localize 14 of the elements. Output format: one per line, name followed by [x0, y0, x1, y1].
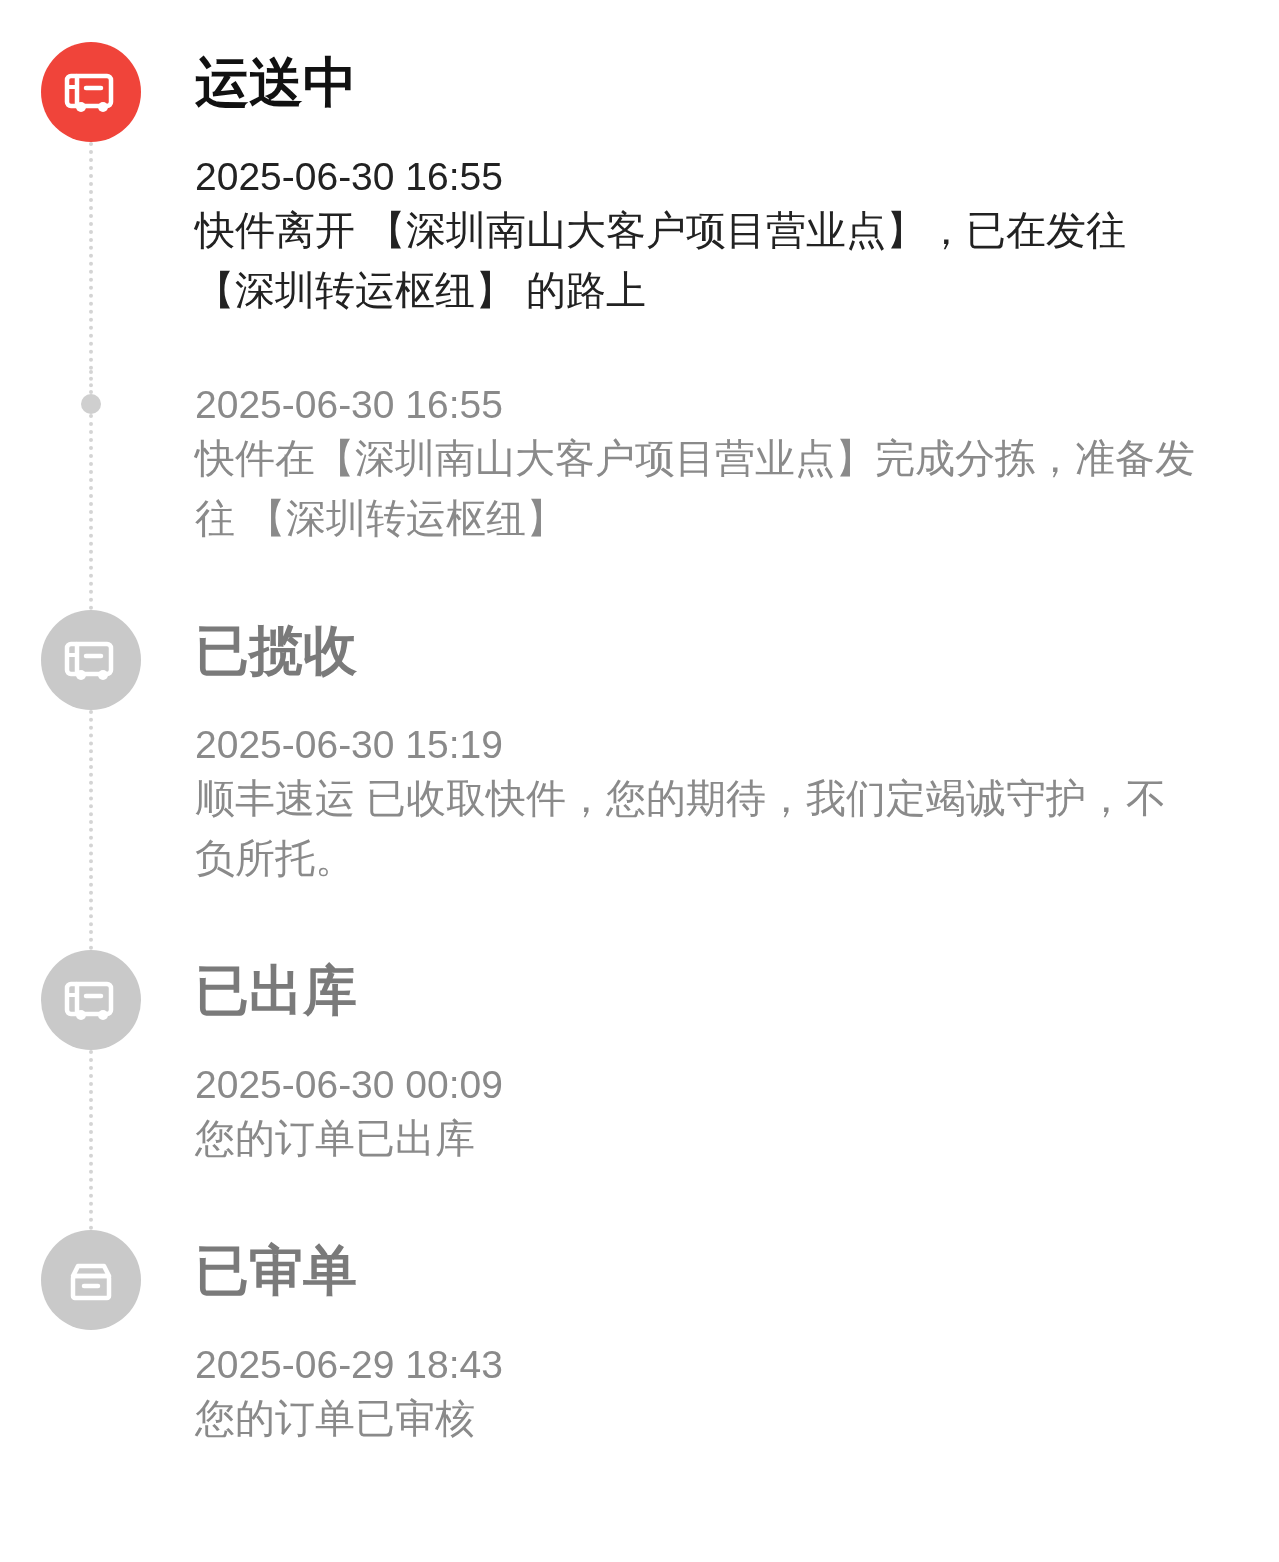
event-time: 2025-06-29 18:43	[195, 1342, 504, 1388]
stage-title: 已审单	[195, 1243, 357, 1302]
event-description: 快件在【深圳南山大客户项目营业点】完成分拣，准备发往 【深圳转运枢纽】	[195, 435, 1195, 542]
event-description: 顺丰速运 已收取快件，您的期待，我们定竭诚守护，不负所托。	[195, 775, 1168, 882]
stage-title: 已出库	[195, 963, 357, 1022]
event-time: 2025-06-30 16:55	[195, 382, 504, 428]
stage-title: 已揽收	[195, 623, 357, 682]
event-description: 快件离开 【深圳南山大客户项目营业点】，已在发往【深圳转运枢纽】 的路上	[195, 207, 1128, 314]
event-time: 2025-06-30 15:19	[195, 722, 504, 768]
event-time: 2025-06-30 00:09	[195, 1062, 504, 1108]
event-description: 您的订单已审核	[195, 1395, 476, 1442]
stage-title: 运送中	[195, 55, 357, 114]
event-time: 2025-06-30 16:55	[195, 154, 504, 200]
event-description: 您的订单已出库	[195, 1115, 476, 1162]
